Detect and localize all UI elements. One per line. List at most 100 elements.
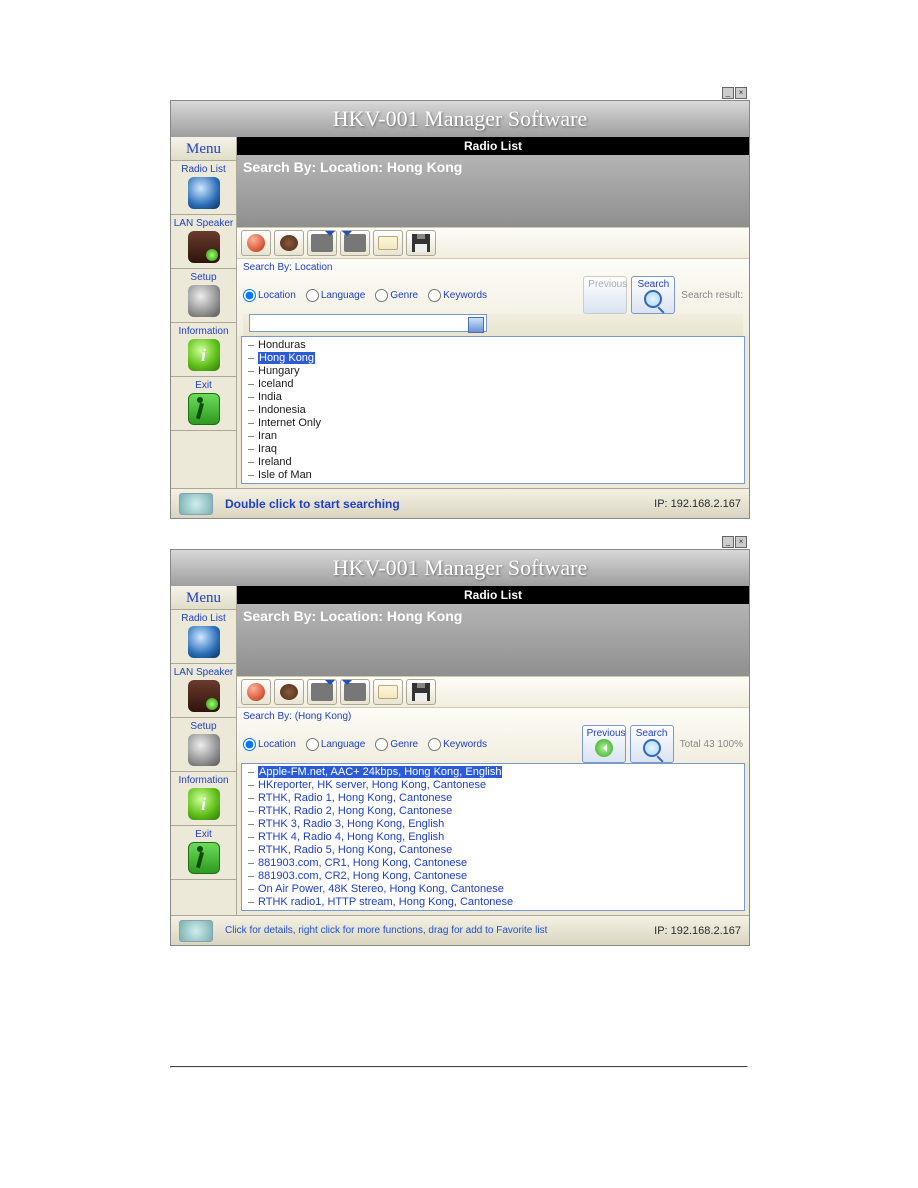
minimize-button[interactable]: _ <box>722 87 734 99</box>
search-combobox[interactable] <box>249 314 487 332</box>
mode-radio-input[interactable] <box>428 289 441 302</box>
mode-radio-input[interactable] <box>243 289 256 302</box>
search-result-label: Total 43 100% <box>680 739 743 750</box>
search-options: Search By: (Hong Kong)LocationLanguageGe… <box>237 708 749 763</box>
sidebar-item-exit[interactable]: Exit <box>171 826 236 880</box>
sidebar-item-radio-list[interactable]: Radio List <box>171 161 236 215</box>
station-item[interactable]: HKreporter, HK server, Hong Kong, Canton… <box>248 779 744 792</box>
close-button[interactable]: × <box>735 536 747 548</box>
mode-radio-input[interactable] <box>428 738 441 751</box>
location-item[interactable]: Hungary <box>248 365 744 378</box>
station-item[interactable]: RTHK radio1, HTTP stream, Hong Kong, Can… <box>248 896 744 909</box>
sidebar-item-radio-list[interactable]: Radio List <box>171 610 236 664</box>
mode-keywords-radio[interactable]: Keywords <box>428 289 487 302</box>
mode-radio-input[interactable] <box>375 738 388 751</box>
location-item[interactable]: Hong Kong <box>248 352 744 365</box>
mode-genre-radio[interactable]: Genre <box>375 738 418 751</box>
station-item[interactable]: 881903.com, CR2, Hong Kong, Cantonese <box>248 870 744 883</box>
monitor-icon <box>179 920 213 942</box>
globe-red-icon <box>247 683 265 701</box>
toolbar-open-folder-button[interactable] <box>373 679 403 705</box>
location-item[interactable]: Isle of Man <box>248 469 744 482</box>
mode-language-radio[interactable]: Language <box>306 289 366 302</box>
sidebar-item-lan-speaker[interactable]: LAN Speaker <box>171 664 236 718</box>
status-message: Click for details, right click for more … <box>225 925 547 936</box>
location-item[interactable]: Indonesia <box>248 404 744 417</box>
search-label: Search <box>636 279 670 290</box>
results-list[interactable]: HondurasHong KongHungaryIcelandIndiaIndo… <box>241 336 745 484</box>
station-item[interactable]: RTHK 3, Radio 3, Hong Kong, English <box>248 818 744 831</box>
speaker-icon <box>188 231 220 263</box>
station-item[interactable]: On Air Power, 48K Stereo, Hong Kong, Can… <box>248 883 744 896</box>
menu-header: Menu <box>171 586 236 610</box>
list-item-label: Indonesia <box>258 404 306 416</box>
sidebar-item-setup[interactable]: Setup <box>171 269 236 323</box>
mode-location-radio[interactable]: Location <box>243 738 296 751</box>
mode-location-radio[interactable]: Location <box>243 289 296 302</box>
status-bar: Double click to start searchingIP: 192.1… <box>171 488 749 518</box>
location-item[interactable]: Iran <box>248 430 744 443</box>
list-item-label: Ireland <box>258 456 292 468</box>
toolbar-from-device-button[interactable] <box>340 679 370 705</box>
list-item-label: HKreporter, HK server, Hong Kong, Canton… <box>258 779 486 791</box>
menu-header: Menu <box>171 137 236 161</box>
toolbar-save-disk-button[interactable] <box>406 230 436 256</box>
toolbar-save-disk-button[interactable] <box>406 679 436 705</box>
status-message: Double click to start searching <box>225 497 400 511</box>
location-item[interactable]: Ireland <box>248 456 744 469</box>
sidebar-item-information[interactable]: Information <box>171 772 236 826</box>
close-button[interactable]: × <box>735 87 747 99</box>
results-list[interactable]: Apple-FM.net, AAC+ 24kbps, Hong Kong, En… <box>241 763 745 911</box>
toolbar-open-folder-button[interactable] <box>373 230 403 256</box>
sidebar-item-setup[interactable]: Setup <box>171 718 236 772</box>
minimize-button[interactable]: _ <box>722 536 734 548</box>
toolbar-from-device-button[interactable] <box>340 230 370 256</box>
station-item[interactable]: 881903.com, CR1, Hong Kong, Cantonese <box>248 857 744 870</box>
station-item[interactable]: RTHK 4, Radio 4, Hong Kong, English <box>248 831 744 844</box>
ip-label: IP: 192.168.2.167 <box>654 925 741 937</box>
mode-radio-input[interactable] <box>306 289 319 302</box>
save-disk-icon <box>412 683 430 701</box>
toolbar-globe-red-button[interactable] <box>241 679 271 705</box>
sidebar-item-information[interactable]: Information <box>171 323 236 377</box>
list-item-label: On Air Power, 48K Stereo, Hong Kong, Can… <box>258 883 504 895</box>
location-item[interactable]: Iraq <box>248 443 744 456</box>
mode-radio-input[interactable] <box>375 289 388 302</box>
previous-button[interactable]: Previous <box>582 725 626 763</box>
location-item[interactable]: Internet Only <box>248 417 744 430</box>
list-item-label: Honduras <box>258 339 306 351</box>
mode-language-radio[interactable]: Language <box>306 738 366 751</box>
mode-genre-radio[interactable]: Genre <box>375 289 418 302</box>
search-heading: Search By: Location: Hong Kong <box>237 155 749 227</box>
favorite-icon <box>280 684 298 700</box>
station-item[interactable]: RTHK, Radio 2, Hong Kong, Cantonese <box>248 805 744 818</box>
globe-icon <box>188 177 220 209</box>
toolbar <box>237 676 749 708</box>
sidebar-item-label: Information <box>171 326 236 337</box>
title-bar: HKV-001 Manager Software <box>171 550 749 586</box>
location-item[interactable]: Iceland <box>248 378 744 391</box>
toolbar-favorite-button[interactable] <box>274 230 304 256</box>
location-item[interactable]: India <box>248 391 744 404</box>
station-item[interactable]: RTHK radio2, HTTP stream, Hong Kong, Can… <box>248 909 744 911</box>
mode-keywords-radio[interactable]: Keywords <box>428 738 487 751</box>
toolbar-favorite-button[interactable] <box>274 679 304 705</box>
mode-radio-input[interactable] <box>306 738 319 751</box>
location-item[interactable]: Israel <box>248 482 744 484</box>
station-item[interactable]: RTHK, Radio 1, Hong Kong, Cantonese <box>248 792 744 805</box>
search-mode-radios: Location Language Genre Keywords PreviousSea… <box>243 725 743 763</box>
toolbar-to-device-button[interactable] <box>307 679 337 705</box>
station-item[interactable]: Apple-FM.net, AAC+ 24kbps, Hong Kong, En… <box>248 766 744 779</box>
gear-icon <box>188 285 220 317</box>
station-item[interactable]: RTHK, Radio 5, Hong Kong, Cantonese <box>248 844 744 857</box>
sidebar-item-lan-speaker[interactable]: LAN Speaker <box>171 215 236 269</box>
search-button[interactable]: Search <box>630 725 674 763</box>
search-button[interactable]: Search <box>631 276 675 314</box>
location-item[interactable]: Honduras <box>248 339 744 352</box>
mode-radio-input[interactable] <box>243 738 256 751</box>
open-folder-icon <box>378 236 398 250</box>
toolbar-to-device-button[interactable] <box>307 230 337 256</box>
sidebar-item-exit[interactable]: Exit <box>171 377 236 431</box>
toolbar-globe-red-button[interactable] <box>241 230 271 256</box>
sidebar-item-label: LAN Speaker <box>171 667 236 678</box>
